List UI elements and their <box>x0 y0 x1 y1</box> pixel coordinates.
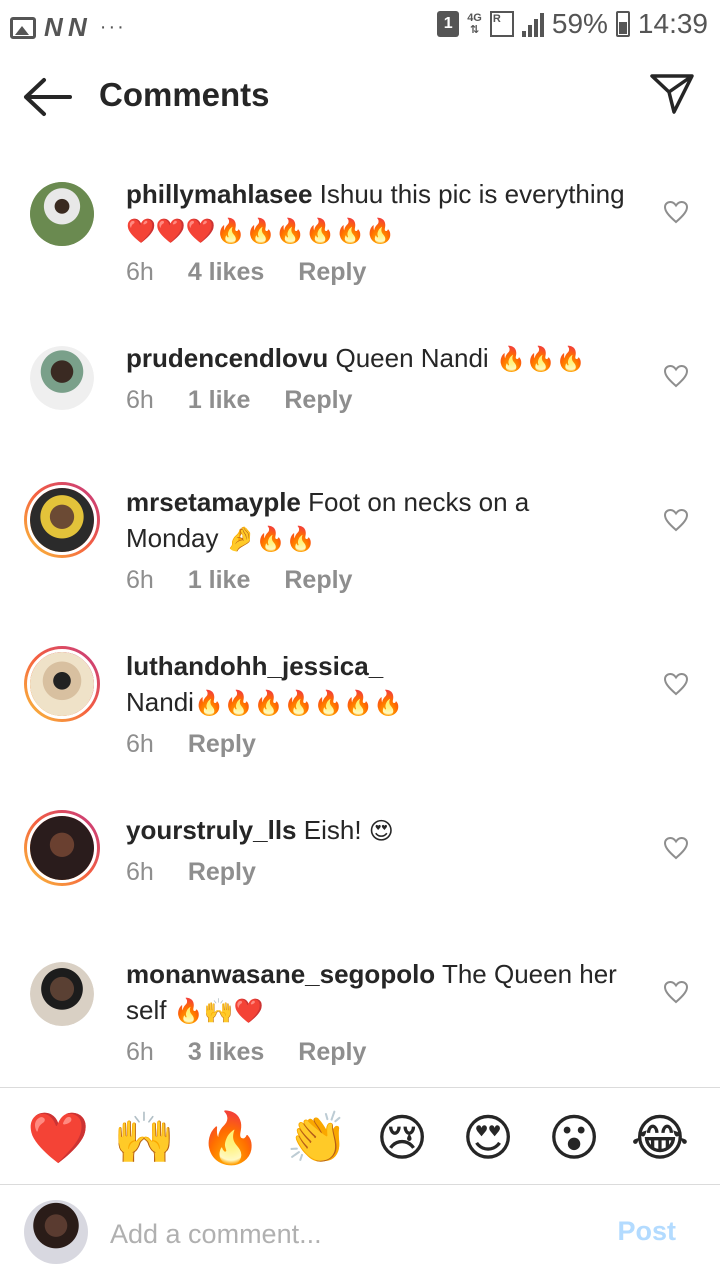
network-type-icon: 4G ⇅ <box>467 12 482 36</box>
post-button[interactable]: Post <box>617 1216 676 1247</box>
reaction-surprised[interactable]: 😮 <box>544 1108 604 1168</box>
reply-button[interactable]: Reply <box>298 1038 366 1067</box>
signal-icon <box>521 11 544 37</box>
reply-button[interactable]: Reply <box>188 730 256 759</box>
heart-icon[interactable] <box>663 364 689 388</box>
battery-icon <box>615 11 630 37</box>
heart-icon[interactable] <box>663 836 689 860</box>
comment-time: 6h <box>126 258 154 286</box>
paper-plane-icon <box>650 74 694 114</box>
current-user-avatar <box>24 1200 88 1264</box>
comment-emojis: 🤌🔥🔥 <box>225 526 316 553</box>
comment-time: 6h <box>126 1038 154 1066</box>
avatar[interactable] <box>30 346 94 410</box>
comment-time: 6h <box>126 730 154 758</box>
comment-meta: 6h Reply <box>126 730 256 759</box>
heart-icon[interactable] <box>663 200 689 224</box>
quick-reaction-bar: ❤️ 🙌 🔥 👏 😢 😍 😮 😂 <box>0 1087 720 1185</box>
status-left: N N ··· <box>10 12 126 43</box>
heart-icon[interactable] <box>663 508 689 532</box>
comment-username[interactable]: prudencendlovu <box>126 343 328 373</box>
comment-likes[interactable]: 4 likes <box>188 258 264 287</box>
more-notifications-indicator: ··· <box>99 16 126 38</box>
comment-username[interactable]: luthandohh_jessica_ <box>126 651 383 681</box>
comment-emojis: 🔥🔥🔥 <box>495 346 586 373</box>
reply-button[interactable]: Reply <box>284 566 352 595</box>
heart-icon[interactable] <box>663 672 689 696</box>
header: Comments <box>0 52 720 142</box>
reaction-clap[interactable]: 👏 <box>286 1108 348 1168</box>
reaction-laughing[interactable]: 😂 <box>630 1108 690 1168</box>
arrow-left-icon <box>24 78 72 116</box>
reaction-crying[interactable]: 😢 <box>372 1108 432 1168</box>
reaction-fire[interactable]: 🔥 <box>199 1108 261 1168</box>
comment-meta: 6h 3 likes Reply <box>126 1038 366 1067</box>
clock: 14:39 <box>637 8 708 39</box>
share-button[interactable] <box>648 70 696 118</box>
avatar-story-ring[interactable] <box>24 810 100 886</box>
comment-username[interactable]: mrsetamayple <box>126 487 301 517</box>
comment-likes[interactable]: 3 likes <box>188 1038 264 1067</box>
comment-text: Nandi <box>126 687 194 717</box>
comment-text: Queen Nandi <box>335 343 489 373</box>
comment-text: Ishuu this pic is everything <box>319 179 625 209</box>
comment-body: luthandohh_jessica_ Nandi🔥🔥🔥🔥🔥🔥🔥 <box>126 648 626 722</box>
comment-body: yourstruly_lls Eish! 😍 <box>126 812 626 850</box>
app-notification-letters: N N <box>44 12 87 42</box>
comment-meta: 6h 4 likes Reply <box>126 258 366 287</box>
comment-text: Eish! <box>303 815 362 845</box>
roaming-icon: R <box>489 11 514 37</box>
reply-button[interactable]: Reply <box>188 858 256 887</box>
reaction-raised-hands[interactable]: 🙌 <box>113 1108 175 1168</box>
comment-emojis: 😍 <box>368 818 394 845</box>
back-button[interactable] <box>22 76 74 118</box>
battery-percent: 59% <box>551 8 608 39</box>
reply-button[interactable]: Reply <box>284 386 352 415</box>
gallery-notification-icon <box>10 16 36 39</box>
comment-username[interactable]: phillymahlasee <box>126 179 312 209</box>
avatar-story-ring[interactable] <box>24 646 100 722</box>
heart-icon[interactable] <box>663 980 689 1004</box>
comment-meta: 6h Reply <box>126 858 256 887</box>
comment-username[interactable]: monanwasane_segopolo <box>126 959 435 989</box>
comment-meta: 6h 1 like Reply <box>126 566 352 595</box>
comment-emojis: 🔥🙌❤️ <box>173 998 264 1025</box>
comment-time: 6h <box>126 566 154 594</box>
comment-emojis: 🔥🔥🔥🔥🔥🔥🔥 <box>193 690 404 717</box>
comment-meta: 6h 1 like Reply <box>126 386 352 415</box>
comment-body: monanwasane_segopolo The Queen her self … <box>126 956 626 1030</box>
sim-icon: 1 <box>437 11 460 37</box>
comment-likes[interactable]: 1 like <box>188 386 251 415</box>
comment-body: phillymahlasee Ishuu this pic is everyth… <box>126 176 626 250</box>
comment-time: 6h <box>126 386 154 414</box>
page-title: Comments <box>99 76 270 113</box>
comment-emojis: ❤️❤️❤️🔥🔥🔥🔥🔥🔥 <box>126 218 395 245</box>
status-right: 1 4G ⇅ R 59% 14:39 <box>437 8 708 40</box>
avatar[interactable] <box>30 182 94 246</box>
comment-composer: Post <box>0 1186 720 1280</box>
avatar[interactable] <box>30 962 94 1026</box>
reply-button[interactable]: Reply <box>298 258 366 287</box>
avatar-story-ring[interactable] <box>24 482 100 558</box>
comment-likes[interactable]: 1 like <box>188 566 251 595</box>
comment-body: prudencendlovu Queen Nandi 🔥🔥🔥 <box>126 340 626 378</box>
comment-time: 6h <box>126 858 154 886</box>
reaction-heart[interactable]: ❤️ <box>27 1108 89 1168</box>
comment-username[interactable]: yourstruly_lls <box>126 815 297 845</box>
reaction-heart-eyes[interactable]: 😍 <box>458 1108 518 1168</box>
comment-body: mrsetamayple Foot on necks on a Monday 🤌… <box>126 484 626 558</box>
status-bar: N N ··· 1 4G ⇅ R 59% 14:39 <box>0 0 720 52</box>
comment-input[interactable] <box>110 1212 590 1256</box>
